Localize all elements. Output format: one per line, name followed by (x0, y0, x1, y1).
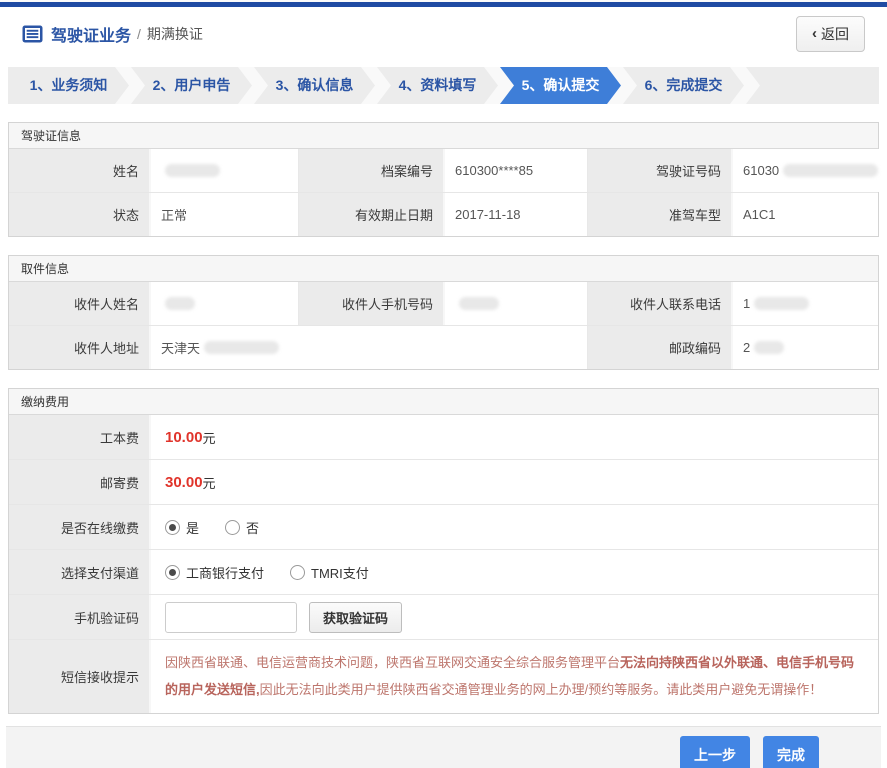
online-pay-options: 是 否 (151, 505, 878, 549)
production-fee-value: 10.00 元 (151, 415, 878, 459)
breadcrumb-main[interactable]: 驾驶证业务 (51, 22, 131, 46)
production-fee-label: 工本费 (9, 415, 151, 459)
mailing-fee-value: 30.00 元 (151, 460, 878, 504)
get-code-button[interactable]: 获取验证码 (309, 601, 403, 633)
license-number-label: 驾驶证号码 (588, 149, 733, 192)
recipient-phone-label: 收件人联系电话 (588, 282, 733, 325)
sms-code-controls: 获取验证码 (151, 595, 878, 639)
footer-action-bar: 上一步 完成 (6, 726, 881, 768)
license-section-title: 驾驶证信息 (9, 123, 878, 149)
pay-channel-label: 选择支付渠道 (9, 550, 151, 594)
name-label: 姓名 (9, 149, 151, 192)
recipient-name-value-redacted (151, 282, 299, 325)
production-fee-amount: 10.00 (165, 428, 203, 446)
vehicle-type-value: A1C1 (733, 193, 878, 236)
sms-code-input[interactable] (165, 601, 297, 633)
pay-channel-options: 工商银行支付 TMRI支付 (151, 550, 878, 594)
license-number-value: 61030 (733, 149, 887, 192)
step-4-fill-data[interactable]: 4、资料填写 (377, 67, 498, 104)
radio-online-no[interactable] (225, 519, 241, 535)
status-label: 状态 (9, 193, 151, 236)
page-header: 驾驶证业务 / 期满换证 ‹ 返回 (0, 7, 887, 60)
back-button-label: 返回 (821, 25, 849, 42)
step-3-confirm-info[interactable]: 3、确认信息 (254, 67, 375, 104)
back-button[interactable]: ‹ 返回 (796, 15, 865, 52)
license-table-row-2: 状态 正常 有效期止日期 2017-11-18 准驾车型 A1C1 (9, 192, 878, 236)
finish-button[interactable]: 完成 (763, 735, 819, 768)
step-6-finish-submit[interactable]: 6、完成提交 (623, 67, 744, 104)
radio-channel-tmri[interactable] (290, 564, 306, 580)
recipient-mobile-value-redacted (445, 282, 588, 325)
back-chevron-icon: ‹ (812, 25, 817, 42)
expiry-label: 有效期止日期 (299, 193, 445, 236)
sms-code-row: 手机验证码 获取验证码 (9, 594, 878, 639)
radio-channel-tmri-label[interactable]: TMRI支付 (311, 563, 369, 582)
radio-online-yes[interactable] (165, 519, 180, 535)
mailing-fee-label: 邮寄费 (9, 460, 151, 504)
breadcrumb-separator: / (137, 25, 141, 42)
redaction-blur (754, 297, 810, 310)
form-list-icon (22, 25, 43, 42)
redaction-blur (754, 341, 785, 354)
recipient-address-label: 收件人地址 (9, 326, 151, 369)
step-wizard: 1、业务须知 2、用户申告 3、确认信息 4、资料填写 5、确认提交 6、完成提… (8, 67, 879, 104)
step-1-business-notice[interactable]: 1、业务须知 (8, 67, 129, 104)
breadcrumb-sub: 期满换证 (146, 25, 203, 42)
postcode-label: 邮政编码 (588, 326, 733, 369)
radio-online-no-label[interactable]: 否 (246, 518, 259, 537)
status-value: 正常 (151, 193, 299, 236)
vehicle-type-label: 准驾车型 (588, 193, 733, 236)
sms-code-label: 手机验证码 (9, 595, 151, 639)
step-bar-filler (746, 67, 879, 104)
license-info-section: 驾驶证信息 姓名 档案编号 610300****85 驾驶证号码 61030 状… (8, 122, 887, 237)
file-number-label: 档案编号 (299, 149, 445, 192)
previous-step-button[interactable]: 上一步 (680, 735, 750, 768)
redaction-blur (783, 164, 879, 177)
radio-online-yes-label[interactable]: 是 (186, 518, 199, 537)
expiry-value: 2017-11-18 (445, 193, 588, 236)
name-value-redacted (151, 149, 299, 192)
file-number-value: 610300****85 (445, 149, 588, 192)
step-5-confirm-submit-active[interactable]: 5、确认提交 (500, 67, 621, 104)
recipient-address-value: 天津天 (151, 326, 588, 369)
pickup-section-title: 取件信息 (9, 256, 878, 282)
payment-section: 缴纳费用 工本费 10.00 元 邮寄费 30.00 元 是否在线缴费 是 否 … (8, 388, 879, 715)
redaction-blur (204, 341, 280, 354)
pay-channel-row: 选择支付渠道 工商银行支付 TMRI支付 (9, 549, 878, 594)
radio-channel-icbc[interactable] (165, 564, 180, 580)
online-pay-row: 是否在线缴费 是 否 (9, 504, 878, 549)
radio-channel-icbc-label[interactable]: 工商银行支付 (186, 563, 264, 582)
step-2-user-declaration[interactable]: 2、用户申告 (131, 67, 252, 104)
recipient-name-label: 收件人姓名 (9, 282, 151, 325)
license-table: 姓名 档案编号 610300****85 驾驶证号码 61030 (9, 149, 887, 192)
mailing-fee-row: 邮寄费 30.00 元 (9, 459, 878, 504)
online-pay-label: 是否在线缴费 (9, 505, 151, 549)
mailing-fee-amount: 30.00 (165, 473, 203, 491)
sms-notice-text: 因陕西省联通、电信运营商技术问题，陕西省互联网交通安全综合服务管理平台无法向持陕… (151, 640, 878, 714)
pickup-info-section: 取件信息 收件人姓名 收件人手机号码 收件人联系电话 1 收件人地址 天津天 邮… (8, 255, 879, 370)
recipient-mobile-label: 收件人手机号码 (299, 282, 445, 325)
sms-notice-label: 短信接收提示 (9, 640, 151, 714)
redaction-blur (459, 297, 499, 310)
currency-unit: 元 (202, 475, 216, 491)
pickup-table-row-1: 收件人姓名 收件人手机号码 收件人联系电话 1 (9, 282, 878, 325)
payment-section-title: 缴纳费用 (9, 389, 878, 415)
recipient-phone-value: 1 (733, 282, 878, 325)
notice-paragraph: 因陕西省联通、电信运营商技术问题，陕西省互联网交通安全综合服务管理平台无法向持陕… (165, 655, 855, 697)
pickup-table-row-2: 收件人地址 天津天 邮政编码 2 (9, 325, 878, 369)
currency-unit: 元 (202, 430, 216, 446)
redaction-blur (165, 164, 220, 177)
redaction-blur (165, 297, 195, 310)
postcode-value: 2 (733, 326, 878, 369)
sms-notice-row: 短信接收提示 因陕西省联通、电信运营商技术问题，陕西省互联网交通安全综合服务管理… (9, 639, 878, 714)
production-fee-row: 工本费 10.00 元 (9, 415, 878, 459)
